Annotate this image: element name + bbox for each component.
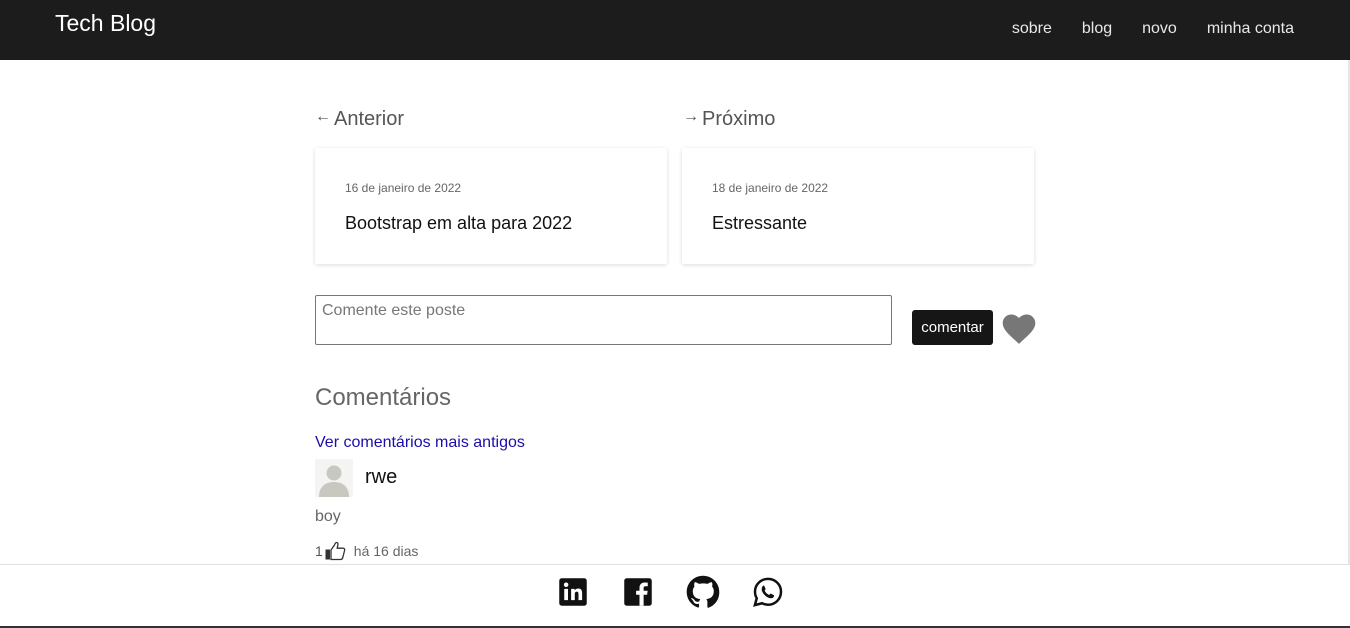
comment-time: há 16 dias (353, 543, 419, 559)
github-icon[interactable] (686, 575, 720, 609)
avatar (315, 459, 353, 497)
footer (0, 564, 1350, 628)
previous-post-heading[interactable]: ← Anterior (315, 108, 404, 131)
next-post-heading[interactable]: → Próximo (683, 108, 775, 131)
top-navbar: Tech Blog sobre blog novo minha conta (0, 0, 1350, 60)
like-count: 1 (315, 543, 323, 559)
facebook-icon[interactable] (623, 577, 653, 607)
previous-post-date: 16 de janeiro de 2022 (345, 181, 462, 195)
whatsapp-icon[interactable] (753, 577, 783, 607)
comment-meta: 1 há 16 dias (315, 541, 418, 561)
linkedin-icon[interactable] (558, 577, 588, 607)
comment-input[interactable] (315, 295, 892, 345)
arrow-left-icon: ← (315, 107, 331, 125)
heart-icon[interactable] (1002, 313, 1036, 345)
nav-link-minha-conta[interactable]: minha conta (1207, 20, 1294, 38)
comment-text: boy (315, 508, 341, 525)
next-post-heading-label: Próximo (702, 108, 776, 130)
previous-post-title: Bootstrap em alta para 2022 (345, 213, 573, 233)
comments-title: Comentários (315, 384, 452, 411)
next-post-card[interactable]: 18 de janeiro de 2022 Estressante (682, 148, 1034, 264)
next-post-date: 18 de janeiro de 2022 (712, 181, 829, 195)
next-post-title: Estressante (712, 213, 808, 233)
previous-post-card[interactable]: 16 de janeiro de 2022 Bootstrap em alta … (315, 148, 667, 264)
previous-post-heading-label: Anterior (334, 108, 405, 130)
nav-link-novo[interactable]: novo (1142, 20, 1177, 38)
older-comments-link[interactable]: Ver comentários mais antigos (315, 434, 525, 452)
nav-link-sobre[interactable]: sobre (1012, 20, 1052, 38)
comment-submit-button[interactable]: comentar (912, 310, 993, 345)
nav-link-blog[interactable]: blog (1082, 20, 1112, 38)
brand-logo-link[interactable]: Tech Blog (55, 10, 156, 37)
thumbs-up-icon[interactable] (324, 541, 346, 561)
main-nav: sobre blog novo minha conta (982, 20, 1294, 38)
comment-author[interactable]: rwe (365, 466, 397, 489)
arrow-right-icon: → (683, 107, 699, 125)
